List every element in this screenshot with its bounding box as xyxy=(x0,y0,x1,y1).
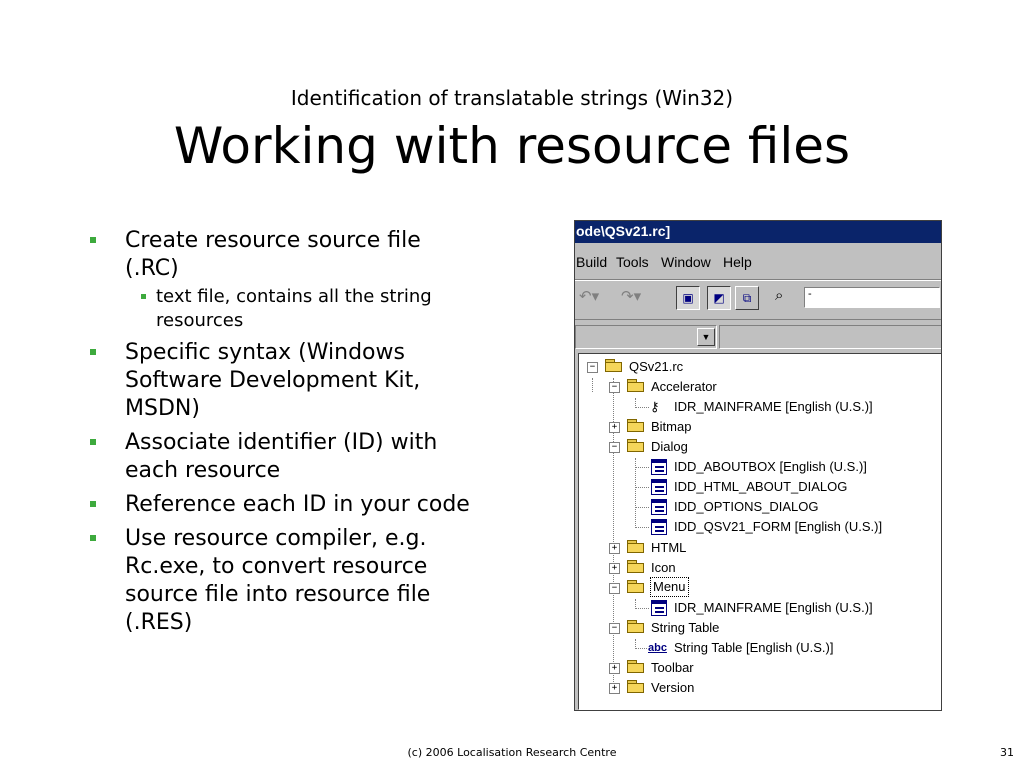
tree-node-dialog-item[interactable]: IDD_ABOUTBOX [English (U.S.)] xyxy=(674,457,867,477)
bullet-list: Create resource source file (.RC) text f… xyxy=(88,227,478,643)
divider xyxy=(575,319,941,320)
tree-line xyxy=(635,527,649,528)
bullet-square-icon xyxy=(90,439,96,445)
folder-icon xyxy=(627,660,645,673)
menu-build[interactable]: Build xyxy=(576,254,607,270)
folder-open-icon xyxy=(627,620,645,633)
slide-footer: (c) 2006 Localisation Research Centre xyxy=(407,746,617,759)
redo-icon[interactable]: ↷▾ xyxy=(621,287,641,305)
tree-line xyxy=(635,407,649,408)
undo-icon[interactable]: ↶▾ xyxy=(579,287,599,305)
dialog-icon xyxy=(651,459,667,475)
expand-icon[interactable]: + xyxy=(609,422,620,433)
resource-tree[interactable]: − QSv21.rc − Accelerator ⚷ IDR_MAINFRAME… xyxy=(578,353,941,710)
tree-line xyxy=(635,648,647,649)
tree-line xyxy=(635,507,649,508)
dialog-icon xyxy=(651,479,667,495)
key-icon: ⚷ xyxy=(650,399,660,414)
tree-node-html[interactable]: HTML xyxy=(651,538,686,558)
tree-node-menu-item[interactable]: IDR_MAINFRAME [English (U.S.)] xyxy=(674,598,873,618)
string-table-icon: abc xyxy=(648,642,667,654)
find-combo[interactable]: - xyxy=(804,287,940,308)
bullet-item: Create resource source file (.RC) text f… xyxy=(88,227,478,333)
member-combo[interactable] xyxy=(719,325,941,349)
collapse-icon[interactable]: − xyxy=(609,583,620,594)
bullet-square-icon xyxy=(90,349,96,355)
find-in-files-icon[interactable]: ⌕ xyxy=(775,287,783,304)
windows-icon: ⧉ xyxy=(742,291,752,305)
bullet-square-icon xyxy=(90,535,96,541)
window-title: ode\QSv21.rc] xyxy=(576,223,671,239)
collapse-icon[interactable]: − xyxy=(609,623,620,634)
tree-node-icon[interactable]: Icon xyxy=(651,558,676,578)
collapse-icon[interactable]: − xyxy=(587,362,598,373)
expand-icon[interactable]: + xyxy=(609,543,620,554)
dialog-icon xyxy=(651,519,667,535)
bullet-square-icon xyxy=(90,237,96,243)
bullet-item: Specific syntax (Windows Software Develo… xyxy=(88,339,478,423)
tree-node-menu[interactable]: Menu xyxy=(650,577,689,597)
folder-open-icon xyxy=(627,439,645,452)
folder-open-icon xyxy=(627,580,645,593)
tree-line xyxy=(635,467,649,468)
menu-bar: Build Tools Window Help xyxy=(575,249,941,271)
bullet-item: Reference each ID in your code xyxy=(88,491,478,519)
workspace-button[interactable]: ▣ xyxy=(676,286,700,310)
expand-icon[interactable]: + xyxy=(609,563,620,574)
tree-line xyxy=(635,487,649,488)
expand-icon[interactable]: + xyxy=(609,683,620,694)
menu-window[interactable]: Window xyxy=(661,254,711,270)
folder-icon xyxy=(627,419,645,432)
sub-bullet-item: text file, contains all the string resou… xyxy=(125,285,478,333)
dropdown-arrow-icon[interactable]: ▼ xyxy=(697,328,715,346)
class-combo[interactable] xyxy=(575,325,717,349)
tree-node-toolbar[interactable]: Toolbar xyxy=(651,658,694,678)
menu-tools[interactable]: Tools xyxy=(616,254,649,270)
tree-node-dialog[interactable]: Dialog xyxy=(651,437,688,457)
bullet-item: Associate identifier (ID) with each reso… xyxy=(88,429,478,485)
tree-node-dialog-item[interactable]: IDD_OPTIONS_DIALOG xyxy=(674,497,818,517)
folder-open-icon xyxy=(605,359,623,372)
bullet-square-icon xyxy=(141,294,146,299)
folder-icon xyxy=(627,680,645,693)
tree-node-root[interactable]: QSv21.rc xyxy=(629,357,683,377)
folder-icon xyxy=(627,560,645,573)
sub-bullet-list: text file, contains all the string resou… xyxy=(125,285,478,333)
folder-open-icon xyxy=(627,379,645,392)
dialog-icon xyxy=(651,499,667,515)
tree-line xyxy=(635,608,649,609)
tree-node-bitmap[interactable]: Bitmap xyxy=(651,417,691,437)
tree-node-string-item[interactable]: String Table [English (U.S.)] xyxy=(674,638,833,658)
page-number: 31 xyxy=(1000,746,1014,759)
tree-node-accel-item[interactable]: IDR_MAINFRAME [English (U.S.)] xyxy=(674,397,873,417)
bullet-square-icon xyxy=(90,501,96,507)
windows-button[interactable]: ⧉ xyxy=(735,286,759,310)
window-title-bar[interactable]: ode\QSv21.rc] xyxy=(575,221,941,243)
tree-line xyxy=(635,458,636,528)
tree-node-string-table[interactable]: String Table xyxy=(651,618,719,638)
tree-node-dialog-item[interactable]: IDD_QSV21_FORM [English (U.S.)] xyxy=(674,517,882,537)
slide-title: Working with resource files xyxy=(173,117,851,175)
workspace-icon: ▣ xyxy=(682,291,694,305)
menu-resource-icon xyxy=(651,600,667,616)
slide-subtitle: Identification of translatable strings (… xyxy=(290,86,734,110)
menu-help[interactable]: Help xyxy=(723,254,752,270)
divider xyxy=(575,280,941,281)
tree-line xyxy=(592,378,593,392)
expand-icon[interactable]: + xyxy=(609,663,620,674)
output-button[interactable]: ◩ xyxy=(707,286,731,310)
collapse-icon[interactable]: − xyxy=(609,442,620,453)
tree-node-version[interactable]: Version xyxy=(651,678,694,698)
output-icon: ◩ xyxy=(713,291,725,305)
folder-icon xyxy=(627,540,645,553)
collapse-icon[interactable]: − xyxy=(609,382,620,393)
tree-node-dialog-item[interactable]: IDD_HTML_ABOUT_DIALOG xyxy=(674,477,847,497)
resource-editor-screenshot: ode\QSv21.rc] Build Tools Window Help ↶▾… xyxy=(574,220,942,711)
bullet-item: Use resource compiler, e.g. Rc.exe, to c… xyxy=(88,525,478,637)
wizard-bar: ▼ xyxy=(575,325,941,349)
tree-node-accelerator[interactable]: Accelerator xyxy=(651,377,717,397)
